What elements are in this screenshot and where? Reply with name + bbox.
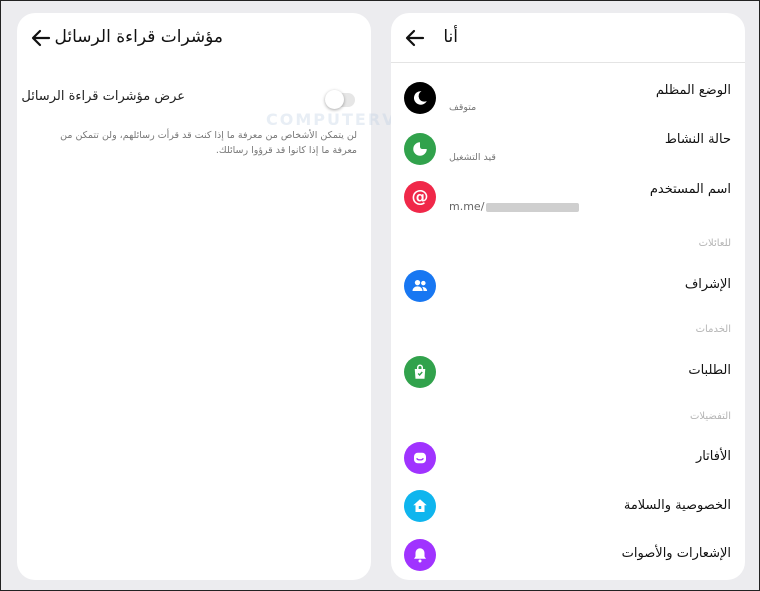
read-receipts-toggle[interactable] [325,90,355,109]
section-label-preferences: التفضيلات [690,411,731,422]
item-label: الإشعارات والأصوات [621,546,731,561]
page-title: مؤشرات قراءة الرسائل [54,27,224,47]
privacy-home-icon [404,490,436,522]
toggle-label: عرض مؤشرات قراءة الرسائل [21,89,185,104]
privacy-safety-item[interactable]: الخصوصية والسلامة [391,490,745,530]
toggle-knob [325,90,344,109]
item-label: الوضع المظلم [655,83,731,98]
item-label: الخصوصية والسلامة [623,498,731,513]
section-label-services: الخدمات [695,324,731,335]
redacted-username [486,202,580,212]
username-item[interactable]: اسم المستخدم m.me/ @ [391,180,745,226]
active-status-icon [404,133,436,165]
moon-icon [404,82,436,114]
item-sublabel: متوقف [449,102,477,113]
screenshot-frame: مؤشرات قراءة الرسائل عرض مؤشرات قراءة ال… [0,0,760,591]
me-settings-panel: أنا الوضع المظلم متوقف حالة النشاط قيد ا… [391,13,745,580]
people-icon [404,270,436,302]
me-header: أنا [391,13,745,63]
back-arrow-icon[interactable] [29,26,53,50]
avatar-face-icon [404,442,436,474]
read-receipts-header: مؤشرات قراءة الرسائل [17,13,371,63]
read-receipts-description: لن يتمكن الأشخاص من معرفة ما إذا كنت قد … [60,130,357,156]
item-label: الإشراف [684,277,731,292]
section-label-families: للعائلات [698,238,731,249]
active-status-item[interactable]: حالة النشاط قيد التشغيل [391,130,745,174]
item-label: حالة النشاط [664,132,731,147]
item-label: الأفاتار [695,449,731,464]
back-arrow-icon[interactable] [403,26,427,50]
username-prefix: m.me/ [449,200,485,213]
orders-item[interactable]: الطلبات [391,355,745,395]
read-receipts-panel: مؤشرات قراءة الرسائل عرض مؤشرات قراءة ال… [17,13,371,580]
notifications-sounds-item[interactable]: الإشعارات والأصوات [391,539,745,579]
supervision-item[interactable]: الإشراف [391,270,745,310]
dark-mode-item[interactable]: الوضع المظلم متوقف [391,81,745,125]
item-label: الطلبات [688,363,731,378]
item-sublabel: قيد التشغيل [449,152,496,163]
item-label: اسم المستخدم [649,182,731,197]
bell-icon [404,539,436,571]
username-value: m.me/ [449,200,580,213]
shopping-bag-icon [404,356,436,388]
at-sign-icon: @ [404,181,436,213]
page-title: أنا [443,27,458,47]
avatars-item[interactable]: الأفاتار [391,441,745,481]
